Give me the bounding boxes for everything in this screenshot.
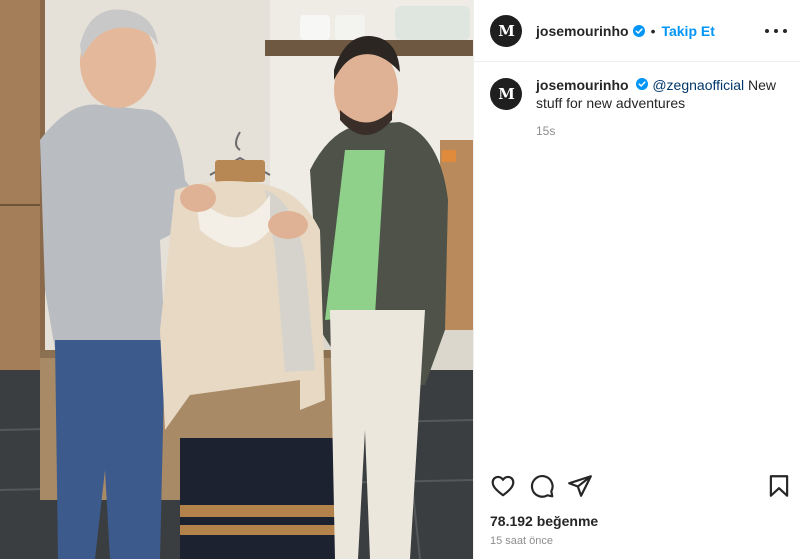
- header-separator: •: [650, 22, 656, 39]
- more-options-icon[interactable]: [765, 22, 787, 40]
- post-header: M josemourinho • Takip Et: [474, 0, 800, 62]
- follow-button[interactable]: Takip Et: [661, 23, 714, 39]
- post-sidebar: M josemourinho • Takip Et M josemourinho…: [473, 0, 800, 559]
- avatar-monogram: M: [498, 85, 515, 103]
- verified-badge-icon: [636, 78, 649, 90]
- post-time-ago[interactable]: 15 saat önce: [490, 535, 553, 547]
- bookmark-icon[interactable]: [766, 473, 792, 499]
- verified-badge-icon: [632, 24, 645, 37]
- author-username[interactable]: josemourinho: [536, 23, 629, 39]
- author-avatar[interactable]: M: [490, 14, 522, 47]
- comment-icon[interactable]: [529, 473, 555, 499]
- avatar-monogram: M: [498, 21, 515, 40]
- caption-timestamp[interactable]: 15s: [536, 122, 790, 140]
- heart-icon[interactable]: [490, 473, 516, 499]
- caption-mention-link[interactable]: @zegnaofficial: [652, 77, 744, 93]
- send-icon[interactable]: [567, 473, 593, 499]
- post-actions: [490, 473, 790, 499]
- post-caption: M josemourinho @zegnaofficial New stuff …: [490, 76, 790, 140]
- caption-body: josemourinho @zegnaofficial New stuff fo…: [536, 76, 790, 140]
- caption-username[interactable]: josemourinho: [536, 77, 629, 93]
- post-photo-illustration: [0, 0, 473, 559]
- post-image[interactable]: [0, 0, 473, 559]
- likes-count[interactable]: 78.192 beğenme: [490, 513, 598, 529]
- caption-avatar[interactable]: M: [490, 78, 522, 110]
